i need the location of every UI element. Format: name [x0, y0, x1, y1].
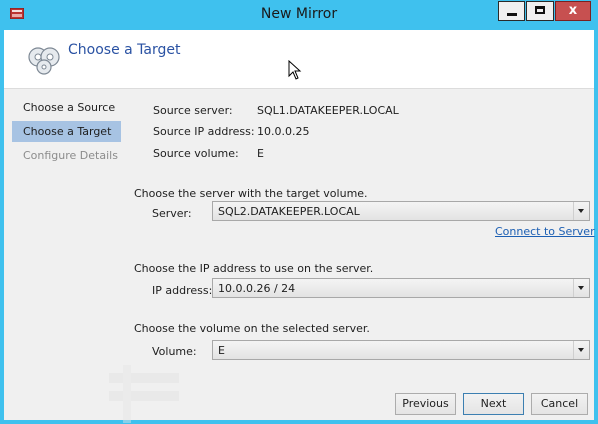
source-volume-value: E — [257, 147, 264, 160]
mirror-disks-icon — [28, 47, 60, 75]
nav-step-configure-details: Configure Details — [23, 149, 118, 162]
close-button[interactable]: x — [555, 1, 591, 21]
mouse-cursor-icon — [288, 60, 302, 80]
wizard-content: Source server: SQL1.DATAKEEPER.LOCAL Sou… — [122, 89, 595, 424]
target-server-label: Server: — [152, 207, 192, 220]
maximize-icon — [535, 6, 545, 14]
maximize-button[interactable] — [526, 1, 554, 21]
connect-to-server-link[interactable]: Connect to Server — [495, 225, 595, 238]
target-server-select-value: SQL2.DATAKEEPER.LOCAL — [218, 205, 360, 218]
source-ip-label: Source IP address: — [153, 125, 255, 138]
chevron-down-icon — [573, 279, 589, 297]
ip-address-prompt: Choose the IP address to use on the serv… — [134, 262, 374, 275]
target-server-prompt: Choose the server with the target volume… — [134, 187, 368, 200]
target-server-select[interactable]: SQL2.DATAKEEPER.LOCAL — [212, 201, 590, 221]
ip-address-select[interactable]: 10.0.0.26 / 24 — [212, 278, 590, 298]
title-bar[interactable]: New Mirror x — [0, 0, 598, 30]
volume-label: Volume: — [152, 345, 197, 358]
cancel-button[interactable]: Cancel — [531, 393, 588, 415]
minimize-icon — [507, 13, 517, 16]
new-mirror-dialog: New Mirror x Choose a Target Choose a So… — [0, 0, 598, 424]
source-ip-value: 10.0.0.25 — [257, 125, 310, 138]
page-title: Choose a Target — [68, 42, 181, 58]
ip-address-select-value: 10.0.0.26 / 24 — [218, 282, 296, 295]
source-server-value: SQL1.DATAKEEPER.LOCAL — [257, 104, 399, 117]
ip-address-label: IP address: — [152, 284, 213, 297]
background-watermark-graphic — [109, 365, 179, 423]
chevron-down-icon — [573, 202, 589, 220]
nav-step-choose-target[interactable]: Choose a Target — [12, 121, 121, 142]
next-button[interactable]: Next — [463, 393, 524, 415]
chevron-down-icon — [573, 341, 589, 359]
wizard-header: Choose a Target — [4, 30, 594, 89]
previous-button[interactable]: Previous — [395, 393, 456, 415]
minimize-button[interactable] — [498, 1, 525, 21]
volume-select-value: E — [218, 344, 225, 357]
close-icon: x — [568, 3, 578, 18]
volume-select[interactable]: E — [212, 340, 590, 360]
source-volume-label: Source volume: — [153, 147, 239, 160]
source-server-label: Source server: — [153, 104, 233, 117]
nav-step-choose-source[interactable]: Choose a Source — [12, 97, 121, 118]
volume-prompt: Choose the volume on the selected server… — [134, 322, 370, 335]
